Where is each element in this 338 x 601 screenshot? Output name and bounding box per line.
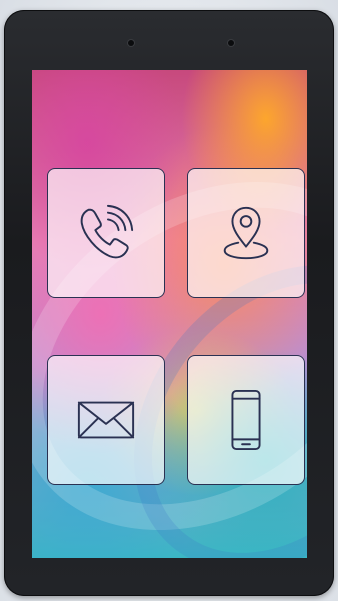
tablet-device bbox=[4, 10, 334, 596]
phone-tile[interactable] bbox=[47, 168, 165, 298]
background bbox=[0, 0, 338, 601]
mail-tile[interactable] bbox=[47, 355, 165, 485]
device-tile[interactable] bbox=[187, 355, 305, 485]
envelope-icon bbox=[77, 401, 135, 439]
tablet-screen bbox=[32, 70, 307, 558]
phone-call-icon bbox=[80, 204, 134, 259]
location-tile[interactable] bbox=[187, 168, 305, 298]
front-camera bbox=[128, 40, 134, 46]
map-pin-icon bbox=[223, 206, 269, 260]
smartphone-icon bbox=[231, 389, 261, 451]
sensor bbox=[228, 40, 234, 46]
